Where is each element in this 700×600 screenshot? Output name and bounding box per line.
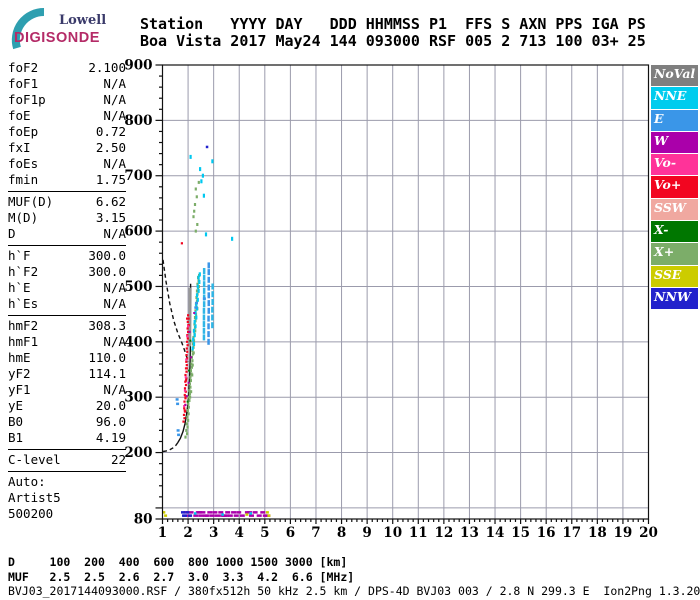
muf-row: MUF 2.5 2.5 2.6 2.7 3.0 3.3 4.2 6.6 [MHz…: [8, 569, 355, 584]
axes: [155, 64, 650, 524]
x-tick-15: 15: [511, 525, 530, 541]
x-tick-19: 19: [614, 525, 633, 541]
x-tick-10: 10: [383, 525, 402, 541]
x-tick-5: 5: [260, 525, 269, 541]
distance-row: D 100 200 400 600 800 1000 1500 3000 [km…: [8, 555, 348, 569]
legend-item-e: E: [651, 109, 698, 131]
line-muf-transmission-curve: [162, 259, 189, 362]
y-tick-800: 800: [124, 113, 152, 129]
ionogram-page: Lowell DIGISONDE Station YYYY DAY DDD HH…: [0, 0, 700, 600]
footer-block: D 100 200 400 600 800 1000 1500 3000 [km…: [8, 555, 700, 599]
x-tick-3: 3: [209, 525, 218, 541]
x-tick-9: 9: [362, 525, 371, 541]
x-tick-2: 2: [183, 525, 192, 541]
echo-series-w-row: [183, 511, 271, 517]
y-tick-500: 500: [124, 279, 152, 295]
x-tick-16: 16: [537, 525, 556, 541]
gridlines: [162, 65, 649, 519]
legend-item-w: W: [651, 131, 698, 154]
echo-points: [162, 145, 271, 517]
legend-item-x: X+: [651, 243, 698, 265]
x-tick-13: 13: [460, 525, 479, 541]
x-tick-4: 4: [235, 525, 244, 541]
legend-item-vo: Vo-: [651, 154, 698, 176]
x-tick-20: 20: [639, 525, 658, 541]
legend-item-sse: SSE: [651, 265, 698, 287]
legend-item-x: X-: [651, 221, 698, 243]
x-tick-12: 12: [434, 525, 453, 541]
y-tick-300: 300: [124, 390, 152, 406]
file-info-line: BVJ03_2017144093000.RSF / 380fx512h 50 k…: [8, 584, 700, 598]
x-tick-11: 11: [409, 525, 428, 541]
x-tick-18: 18: [588, 525, 607, 541]
line-profile-extrapolated: [162, 442, 179, 453]
y-tick-900: 900: [124, 58, 152, 74]
x-tick-6: 6: [286, 525, 295, 541]
x-tick-8: 8: [337, 525, 346, 541]
echo-series-e-column: [207, 262, 210, 345]
y-tick-80: 80: [134, 512, 153, 528]
x-tick-14: 14: [486, 525, 505, 541]
y-tick-200: 200: [124, 445, 152, 461]
ionogram-plot: 900800700600500400300200801 2 3 4 5 6 7 8 9 10 11 1…: [124, 58, 658, 542]
x-tick-17: 17: [562, 525, 581, 541]
y-tick-400: 400: [124, 334, 152, 350]
y-tick-700: 700: [124, 168, 152, 184]
legend-item-nnw: NNW: [651, 287, 698, 310]
x-tick-1: 1: [158, 525, 167, 541]
legend-item-nne: NNE: [651, 87, 698, 109]
y-tick-600: 600: [124, 224, 152, 240]
legend-item-noval: NoVal: [651, 65, 698, 87]
legend-item-ssw: SSW: [651, 198, 698, 221]
legend-item-vo: Vo+: [651, 176, 698, 198]
echo-direction-legend: NoVal NNE E W Vo- Vo+ SSW X- X+ SSE NNW: [651, 65, 698, 310]
x-tick-7: 7: [311, 525, 320, 541]
echo-series-nnw: [205, 145, 209, 149]
